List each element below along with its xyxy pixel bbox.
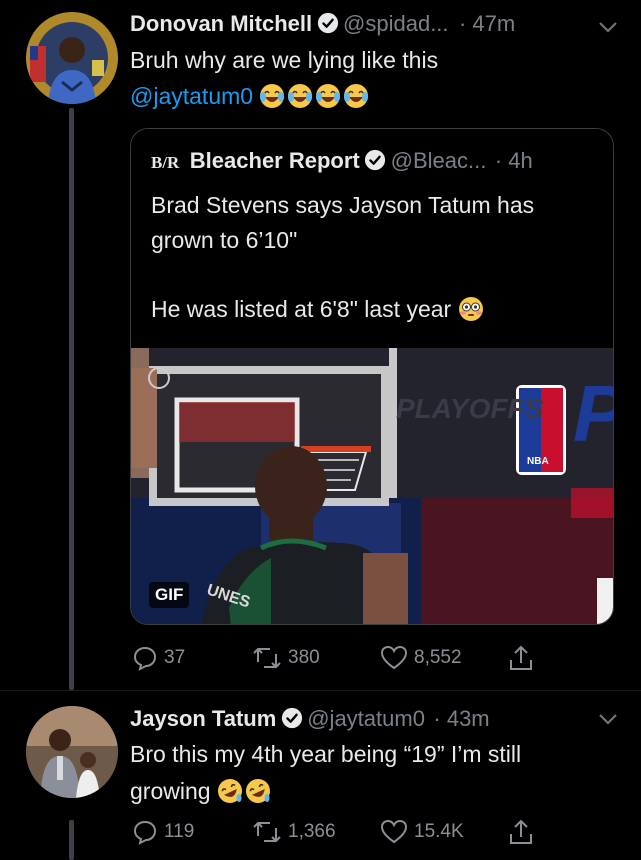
reply-count: 119 [164, 821, 195, 842]
avatar-donovan[interactable] [26, 12, 118, 104]
chevron-down-icon[interactable] [597, 20, 619, 34]
rofl-icon [217, 778, 273, 804]
tweet1-text: Bruh why are we lying like this [130, 47, 439, 73]
reply-button[interactable]: 119 [132, 819, 252, 845]
share-icon [510, 645, 532, 670]
gif-badge: GIF [149, 582, 190, 608]
basketball-gif-frame [131, 348, 613, 624]
nba-label: NBA [527, 456, 549, 467]
quote-timestamp: · 4h [494, 148, 533, 173]
tweet-divider [0, 690, 641, 691]
reply-icon [133, 646, 157, 671]
thread-line-top [69, 108, 74, 690]
tweet2-text-line2: growing [130, 775, 273, 808]
backdrop-text: PLAYOFFS [396, 393, 544, 424]
avatar-image [26, 12, 118, 104]
avatar-image [26, 706, 118, 798]
author-handle[interactable]: @jaytatum0 [307, 706, 425, 731]
avatar-jayson[interactable] [26, 706, 118, 798]
like-count: 8,552 [414, 647, 462, 668]
timestamp[interactable]: · 43m [433, 706, 489, 731]
thread-line-bottom [69, 820, 74, 860]
author-name[interactable]: Donovan Mitchell [130, 11, 312, 36]
quoted-tweet-card[interactable]: B/R Bleacher Report @Bleac... · 4h Brad … [130, 128, 614, 625]
tweet2-header: Jayson Tatum @jaytatum0 · 43m [130, 706, 490, 732]
quote-author-name[interactable]: Bleacher Report [190, 148, 360, 173]
author-handle[interactable]: @spidad... [343, 11, 449, 36]
like-count: 15.4K [414, 821, 464, 842]
mention-link[interactable]: @jaytatum0 [130, 83, 253, 109]
retweet-count: 380 [288, 647, 320, 668]
quote-text-line3-label: He was listed at 6'8" last year [151, 296, 452, 322]
heart-icon [380, 645, 408, 670]
retweet-button[interactable]: 380 [252, 645, 380, 671]
quote-author-handle[interactable]: @Bleac... [391, 148, 487, 173]
retweet-count: 1,366 [288, 821, 336, 842]
reply-icon [133, 820, 157, 845]
tweet2-text-line2-label: growing [130, 778, 211, 804]
tweet1-text-line2: @jaytatum0 [130, 80, 371, 113]
share-button[interactable] [508, 644, 534, 672]
quote-text-line2: grown to 6’10" [151, 227, 298, 253]
verified-icon [281, 707, 302, 729]
tweet1-actions: 37 380 8,552 [132, 644, 534, 672]
retweet-button[interactable]: 1,366 [252, 819, 380, 845]
verified-icon [317, 12, 338, 34]
verified-icon [365, 149, 386, 171]
heart-icon [380, 819, 408, 844]
like-button[interactable]: 8,552 [380, 645, 508, 671]
court-letter: P [573, 374, 613, 454]
reply-button[interactable]: 37 [132, 645, 252, 671]
retweet-icon [253, 821, 281, 843]
tweet2-actions: 119 1,366 15.4K [132, 818, 534, 846]
gif-media[interactable]: PLAYOFFS P NBA UNES GIF [131, 348, 613, 624]
timestamp[interactable]: · 47m [459, 11, 515, 36]
reply-count: 37 [164, 647, 186, 668]
bleacher-report-logo: B/R [151, 153, 180, 172]
laughing-tears-icon [259, 83, 371, 109]
tweet2-text-line1: Bro this my 4th year being “19” I’m stil… [130, 741, 522, 767]
quote-header: B/R Bleacher Report @Bleac... · 4h [151, 148, 533, 174]
flushed-face-icon [458, 297, 483, 321]
chevron-down-icon[interactable] [597, 712, 619, 726]
retweet-icon [253, 647, 281, 669]
like-button[interactable]: 15.4K [380, 819, 508, 845]
share-button[interactable] [508, 818, 534, 846]
quote-text-line1: Brad Stevens says Jayson Tatum has [151, 192, 535, 218]
author-name[interactable]: Jayson Tatum [130, 706, 276, 731]
tweet1-header: Donovan Mitchell @spidad... · 47m [130, 11, 515, 37]
share-icon [510, 819, 532, 844]
quote-text-line3: He was listed at 6'8" last year [151, 293, 486, 326]
